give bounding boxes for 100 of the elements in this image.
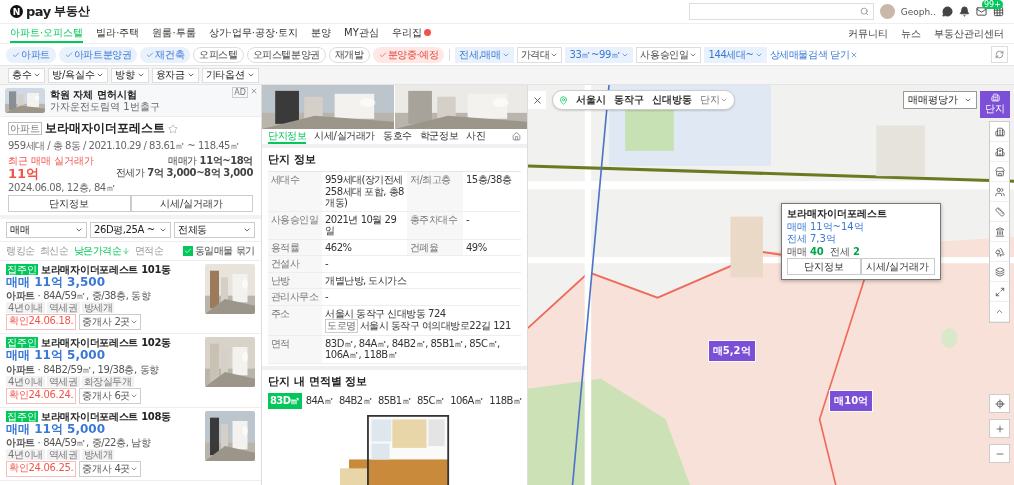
nav-tab[interactable]: 상가·업무·공장·토지	[208, 24, 299, 43]
search-field[interactable]	[688, 3, 874, 20]
mail-icon[interactable]	[976, 6, 987, 17]
agents-button[interactable]: 중개사 2곳	[79, 314, 142, 331]
detail-tab[interactable]: 시세/실거래가	[314, 129, 375, 144]
price-select[interactable]: 매매평당가	[903, 91, 977, 109]
filter-dropdown[interactable]: 층수	[8, 67, 46, 83]
nav-tab[interactable]: 분양	[311, 24, 332, 43]
popup-button[interactable]: 단지정보	[786, 258, 861, 275]
store-icon	[994, 166, 1005, 177]
filter-chip[interactable]: 아파트분양권	[58, 46, 138, 63]
zoom-out-button[interactable]	[989, 444, 1010, 463]
close-filter-link[interactable]: 상세매물검색 닫기	[769, 47, 859, 62]
confirmed-date: 확인24.06.24.	[6, 387, 77, 404]
ad-title[interactable]: 학원 자체 면허시험	[50, 89, 160, 101]
nav-link[interactable]: 뉴스	[901, 24, 921, 43]
close-icon[interactable]	[250, 87, 258, 95]
zoom-in-button[interactable]	[989, 419, 1010, 438]
agents-button[interactable]: 중개사 4곳	[79, 460, 142, 477]
mail-badge: 99+	[982, 0, 1003, 9]
bell-icon[interactable]	[959, 6, 970, 17]
apps-icon[interactable]	[993, 6, 1004, 17]
area-tab[interactable]: 84A㎡	[303, 392, 335, 409]
agents-button[interactable]: 중개사 6곳	[79, 387, 142, 404]
area-tab[interactable]: 85C㎡	[414, 392, 447, 409]
filter-dropdown[interactable]: 가격대	[516, 46, 563, 63]
filter-dropdown[interactable]: 사용승인일	[636, 46, 702, 63]
filter-chip[interactable]: 아파트	[6, 46, 56, 63]
type-tag: 아파트	[8, 122, 42, 135]
complex-mode-button[interactable]: 단지	[980, 91, 1010, 118]
road-address: 서울시 동작구 여의대방로22길 121	[359, 320, 511, 332]
nav-link[interactable]: 부동산관리센터	[934, 24, 1004, 43]
group-checkbox[interactable]: 동일매물 묶기	[182, 244, 255, 259]
detail-tab[interactable]: 사진	[466, 129, 486, 144]
price-range: 매매가 11억~18억	[168, 155, 253, 166]
listing-title[interactable]: 보라매자이더포레스트 102동	[41, 337, 171, 349]
listing-price: 매매 11억 5,000	[6, 422, 105, 436]
complex-button[interactable]: 시세/실거래가	[130, 195, 253, 213]
filter-dropdown[interactable]: 33㎡~99㎡	[565, 46, 634, 63]
user-name[interactable]: Geoph..	[900, 6, 936, 17]
listing-title[interactable]: 보라매자이더포레스트 108동	[41, 410, 171, 422]
listing-spec: 아파트 · 84A/59㎡, 중/38층, 동향	[6, 290, 152, 302]
locate-button[interactable]	[989, 394, 1010, 413]
building-icon	[990, 93, 1000, 102]
filter-dropdown[interactable]: 기타옵션	[201, 67, 259, 83]
feature-tag: 역세권	[46, 448, 80, 460]
filter-dropdown[interactable]: 방향	[111, 67, 149, 83]
nav-tab[interactable]: MY관심	[344, 24, 379, 43]
area-tab[interactable]: 84B2㎡	[337, 392, 374, 409]
arrow-down-icon	[121, 247, 130, 256]
scope-select[interactable]: 단지	[700, 93, 728, 107]
filter-dropdown[interactable]: 방/욕실수	[48, 67, 109, 83]
detail-tab[interactable]: 동호수	[383, 129, 412, 144]
breadcrumb-item[interactable]: 서울시	[576, 93, 606, 107]
nav-tab[interactable]: 빌라·주택	[96, 24, 140, 43]
filter-chip[interactable]: 재건축	[140, 46, 191, 63]
filter-chip[interactable]: 재개발	[328, 46, 370, 63]
listing-select[interactable]: 매매	[6, 222, 87, 239]
check-icon	[378, 50, 387, 59]
filter-chip[interactable]: 오피스텔	[193, 46, 244, 63]
area-tab[interactable]: 106A㎡	[448, 392, 486, 409]
complex-button[interactable]: 단지정보	[8, 195, 131, 213]
info-value: 49%	[463, 239, 521, 256]
price-marker[interactable]: 매10억	[829, 390, 874, 412]
star-icon[interactable]	[168, 123, 178, 134]
expand-icon	[994, 286, 1005, 297]
listing-select[interactable]: 전체동	[174, 222, 255, 239]
listing-price: 매매 11억 5,000	[6, 349, 105, 363]
nav-tab[interactable]: 우리집	[391, 24, 431, 43]
info-value: 83D㎡, 84A㎡, 84B2㎡, 85B1㎡, 85C㎡, 106A㎡, 118B㎡	[322, 335, 521, 364]
filter-chip[interactable]: 오피스텔분양권	[246, 46, 326, 63]
location-breadcrumb[interactable]: 서울시 동작구 신대방동 단지	[552, 90, 735, 110]
filter-dropdown[interactable]: 144세대~	[704, 46, 767, 63]
detail-tab[interactable]: 학군정보	[419, 129, 459, 144]
area-tab[interactable]: 85B1㎡	[375, 392, 413, 409]
refresh-icon	[995, 50, 1004, 59]
popup-rent-price: 전세 7,3억	[786, 233, 837, 245]
breadcrumb-item[interactable]: 동작구	[614, 93, 644, 107]
popup-button[interactable]: 시세/실거래가	[860, 258, 935, 275]
trees-icon	[994, 246, 1005, 257]
price-marker[interactable]: 매5,2억	[707, 340, 756, 362]
close-button[interactable]	[528, 91, 546, 109]
listing-select[interactable]: 26D평,25A ~	[90, 222, 171, 239]
avatar[interactable]	[879, 4, 895, 19]
feature-tag: 4년이내	[6, 375, 45, 387]
search-icon[interactable]	[859, 7, 869, 16]
refresh-button[interactable]	[991, 46, 1008, 63]
chat-icon[interactable]	[942, 6, 953, 17]
breadcrumb-item[interactable]: 신대방동	[652, 93, 692, 107]
filter-dropdown[interactable]: 전세,매매	[455, 46, 514, 63]
nav-link[interactable]: 커뮤니티	[848, 24, 888, 43]
chevron-down-icon	[720, 96, 728, 104]
chevron-down-icon	[964, 96, 972, 104]
listing-title[interactable]: 보라매자이더포레스트 101동	[41, 264, 171, 276]
filter-chip[interactable]: 분양중·예정	[372, 46, 445, 63]
area-tab[interactable]: 118B㎡	[487, 392, 525, 409]
ad-subtitle: 가자운전도림역 1번출구	[50, 100, 160, 112]
filter-dropdown[interactable]: 융자금	[151, 67, 199, 83]
nav-tab[interactable]: 원룸·투룸	[152, 24, 196, 43]
house-icon[interactable]	[512, 132, 521, 141]
